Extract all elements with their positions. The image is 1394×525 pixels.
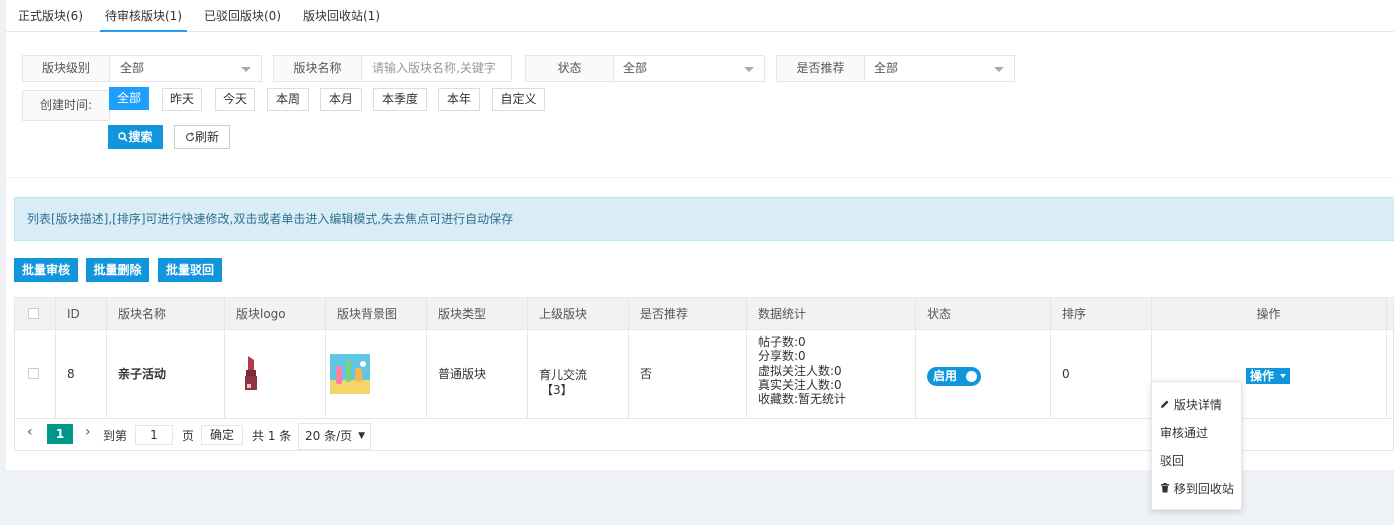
action-dropdown-button[interactable]: 操作 <box>1246 368 1291 384</box>
action-label: 操作 <box>1250 369 1275 383</box>
search-label: 搜索 <box>128 130 153 144</box>
stat-shares: 分享数:0 <box>758 349 806 364</box>
recommend-label: 是否推荐 <box>777 56 865 81</box>
recommend-value: 全部 <box>874 61 899 75</box>
refresh-button[interactable]: 刷新 <box>174 125 230 149</box>
column-divider <box>1386 298 1387 418</box>
level-label: 版块级别 <box>23 56 110 81</box>
name-filter: 版块名称 请输入版块名称,关键字 <box>273 55 512 82</box>
name-label: 版块名称 <box>274 56 362 81</box>
time-yesterday-button[interactable]: 昨天 <box>162 88 202 111</box>
parent-name: 育儿交流 <box>539 368 588 382</box>
tab-recycle-bin[interactable]: 版块回收站(1) <box>303 0 380 32</box>
divider <box>6 177 1394 178</box>
header-status: 状态 <box>915 298 1050 330</box>
level-value: 全部 <box>120 61 145 75</box>
select-all-checkbox[interactable] <box>28 308 39 319</box>
time-all-button[interactable]: 全部 <box>109 87 149 110</box>
cell-sort[interactable]: 0 <box>1050 330 1070 418</box>
level-select[interactable]: 版块级别 全部 <box>22 55 262 82</box>
created-time-label-box: 创建时间: <box>22 90 110 121</box>
status-toggle-label: 启用 <box>933 369 958 383</box>
cell-id: 8 <box>67 367 75 381</box>
cosmetics-image-icon <box>330 354 370 394</box>
tab-bar: 正式版块(6) 待审核版块(1) 已驳回版块(0) 版块回收站(1) <box>6 0 1394 32</box>
page-unit: 页 <box>182 429 195 443</box>
status-toggle[interactable]: 启用 <box>927 367 981 386</box>
prev-page-icon[interactable]: ‹ <box>27 424 33 440</box>
pencil-icon <box>1161 400 1169 408</box>
status-label: 状态 <box>526 56 614 81</box>
toggle-knob <box>966 371 977 382</box>
row-checkbox[interactable] <box>28 368 39 379</box>
menu-recycle-label: 移到回收站 <box>1173 482 1234 496</box>
batch-reject-button[interactable]: 批量驳回 <box>158 258 222 282</box>
forum-background-image <box>330 354 370 394</box>
total-count: 共 1 条 <box>252 429 292 443</box>
menu-detail-label: 版块详情 <box>1173 398 1222 412</box>
goto-label: 到第 <box>103 429 128 443</box>
per-page-select[interactable]: 20 条/页 ▼ <box>298 423 371 450</box>
parent-count: 【3】 <box>541 383 573 397</box>
header-name: 版块名称 <box>106 298 224 330</box>
created-time-label: 创建时间: <box>39 98 93 112</box>
menu-item-approve[interactable]: 审核通过 <box>1160 423 1208 443</box>
refresh-label: 刷新 <box>194 130 219 144</box>
recommend-select[interactable]: 是否推荐 全部 <box>776 55 1015 82</box>
header-recommend: 是否推荐 <box>628 298 746 330</box>
triangle-down-icon: ▼ <box>358 431 365 441</box>
cell-type: 普通版块 <box>438 367 487 381</box>
next-page-icon[interactable]: › <box>85 424 91 440</box>
menu-item-detail[interactable]: 版块详情 <box>1160 395 1222 415</box>
time-year-button[interactable]: 本年 <box>438 88 480 111</box>
chevron-down-icon <box>241 67 251 72</box>
header-id: ID <box>55 298 106 330</box>
status-select[interactable]: 状态 全部 <box>525 55 765 82</box>
search-icon <box>118 132 129 142</box>
batch-delete-button[interactable]: 批量删除 <box>86 258 149 282</box>
header-sort: 排序 <box>1050 298 1151 330</box>
cell-recommend: 否 <box>640 367 653 381</box>
caret-down-icon <box>1280 374 1287 378</box>
cell-name: 亲子活动 <box>118 367 167 381</box>
time-quarter-button[interactable]: 本季度 <box>373 88 427 111</box>
header-parent: 上级版块 <box>527 298 628 330</box>
per-page-value: 20 条/页 <box>305 429 353 443</box>
refresh-icon <box>185 132 195 142</box>
header-logo: 版块logo <box>224 298 325 330</box>
name-input[interactable]: 请输入版块名称,关键字 <box>372 56 496 81</box>
page-current[interactable]: 1 <box>47 424 73 444</box>
header-action: 操作 <box>1151 298 1386 330</box>
tab-rejected[interactable]: 已驳回版块(0) <box>204 0 281 32</box>
time-month-button[interactable]: 本月 <box>320 88 362 111</box>
goto-page-input[interactable]: 1 <box>135 425 173 445</box>
cell-stats: 帖子数:0 分享数:0 虚拟关注人数:0 真实关注人数:0 收藏数:暂无统计 <box>758 335 846 406</box>
batch-approve-button[interactable]: 批量审核 <box>14 258 78 282</box>
cell-parent: 育儿交流 【3】 <box>539 368 587 398</box>
header-type: 版块类型 <box>426 298 527 330</box>
status-value: 全部 <box>623 61 648 75</box>
chevron-down-icon <box>744 67 754 72</box>
stat-virtual-followers: 虚拟关注人数:0 <box>758 363 842 378</box>
action-menu: 版块详情 审核通过 驳回 移到回收站 <box>1151 381 1242 510</box>
time-custom-button[interactable]: 自定义 <box>492 88 545 111</box>
header-stats: 数据统计 <box>746 298 915 330</box>
time-week-button[interactable]: 本周 <box>267 88 309 111</box>
stat-posts: 帖子数:0 <box>758 335 806 349</box>
stat-real-followers: 真实关注人数:0 <box>758 377 842 392</box>
stat-favorites: 收藏数:暂无统计 <box>758 392 847 407</box>
time-today-button[interactable]: 今天 <box>215 88 255 111</box>
tab-pending[interactable]: 待审核版块(1) <box>100 0 187 32</box>
menu-item-recycle[interactable]: 移到回收站 <box>1160 479 1234 499</box>
tab-official[interactable]: 正式版块(6) <box>18 0 83 32</box>
search-button[interactable]: 搜索 <box>108 125 163 149</box>
trash-icon <box>1161 483 1169 493</box>
goto-confirm-button[interactable]: 确定 <box>201 425 243 445</box>
lipstick-icon <box>245 356 257 390</box>
menu-item-reject[interactable]: 驳回 <box>1160 451 1184 471</box>
forum-logo-image <box>241 354 261 394</box>
chevron-down-icon <box>994 67 1004 72</box>
header-background: 版块背景图 <box>325 298 426 330</box>
notice-alert: 列表[版块描述],[排序]可进行快速修改,双击或者单击进入编辑模式,失去焦点可进… <box>14 197 1394 241</box>
